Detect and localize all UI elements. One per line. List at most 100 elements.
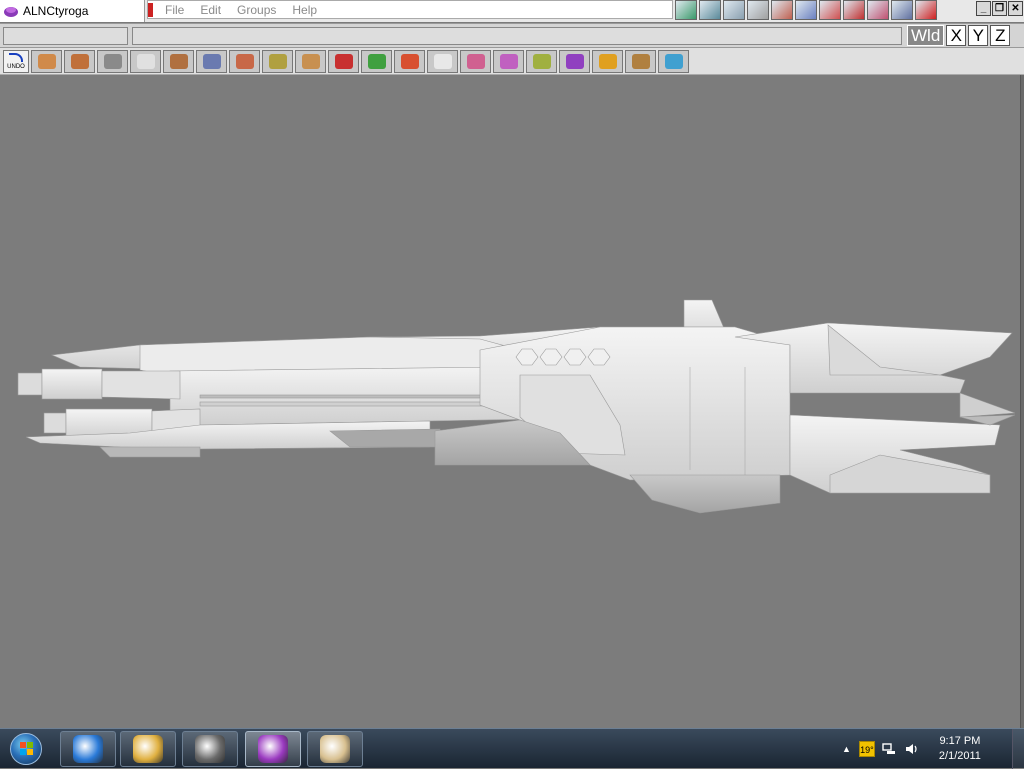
tool-glyph: [302, 54, 320, 69]
cube-icon[interactable]: [229, 50, 260, 73]
start-button[interactable]: [4, 730, 48, 768]
status-field-main: [132, 27, 902, 45]
tool-glyph: [38, 54, 56, 69]
help-icon[interactable]: [915, 0, 937, 20]
taskbar-button-modeler-app[interactable]: [245, 731, 301, 767]
world-coords-button[interactable]: Wld: [907, 25, 945, 46]
axis-mesh-icon[interactable]: [699, 0, 721, 20]
tool-glyph: [170, 54, 188, 69]
z-axis-button[interactable]: Z: [990, 25, 1011, 46]
tool-glyph: [236, 54, 254, 69]
curve-icon[interactable]: [427, 50, 458, 73]
paint-icon: [320, 735, 350, 763]
sphere-icon[interactable]: [295, 50, 326, 73]
tool-glyph: [665, 54, 683, 69]
extrude-icon[interactable]: [262, 50, 293, 73]
sun-icon[interactable]: [592, 50, 623, 73]
taskbar-button-paint[interactable]: [307, 731, 363, 767]
taskbar-button-calculator[interactable]: [182, 731, 238, 767]
texture-icon[interactable]: [526, 50, 557, 73]
box-icon[interactable]: [64, 50, 95, 73]
pattern-icon[interactable]: [795, 0, 817, 20]
tool-glyph: [566, 54, 584, 69]
undo-arrow-icon: [9, 53, 23, 62]
color-grid-icon[interactable]: [819, 0, 841, 20]
cross-icon[interactable]: [771, 0, 793, 20]
axes-icon[interactable]: [559, 50, 590, 73]
app-title-tab[interactable]: ALNCtyroga: [0, 0, 145, 22]
keel-panel: [629, 474, 781, 514]
x-axis-button[interactable]: X: [946, 25, 967, 46]
taskbar: ▲ 19° 9:17 PM 2/1/2011: [0, 728, 1024, 769]
menu-groups[interactable]: Groups: [237, 3, 276, 17]
restore-button[interactable]: ❐: [992, 1, 1007, 16]
y-axis-button[interactable]: Y: [968, 25, 989, 46]
weather-icon[interactable]: 19°: [858, 741, 875, 757]
material-icon[interactable]: [625, 50, 656, 73]
show-hidden-icons-icon[interactable]: ▲: [842, 744, 851, 754]
tool-glyph: [368, 54, 386, 69]
house-icon[interactable]: [843, 0, 865, 20]
move-icon[interactable]: [163, 50, 194, 73]
undo-icon[interactable]: UNDO: [3, 50, 29, 73]
light-icon[interactable]: [394, 50, 425, 73]
upper-engine-tip: [17, 372, 43, 396]
tool-glyph: [401, 54, 419, 69]
taskbar-button-explorer[interactable]: [120, 731, 176, 767]
tool-glyph: [434, 54, 452, 69]
status-row: Wld X Y Z: [0, 23, 1024, 48]
clock[interactable]: 9:17 PM 2/1/2011: [928, 734, 992, 764]
tool-glyph: [467, 54, 485, 69]
menu-help[interactable]: Help: [292, 3, 317, 17]
knife-icon[interactable]: [460, 50, 491, 73]
rear-spike: [959, 392, 1016, 418]
viewport-scrollbar[interactable]: [1020, 75, 1024, 728]
monitor-icon[interactable]: [867, 0, 889, 20]
3d-viewport[interactable]: [0, 75, 1022, 728]
paint-icon[interactable]: [31, 50, 62, 73]
volume-icon[interactable]: [905, 742, 919, 756]
scale-icon[interactable]: [196, 50, 227, 73]
menu-file[interactable]: File: [165, 3, 184, 17]
clock-date: 2/1/2011: [938, 750, 981, 762]
wire-mesh-icon[interactable]: [723, 0, 745, 20]
taskbar-button-internet-explorer[interactable]: [60, 731, 116, 767]
window-controls: _ ❐ ✕: [975, 1, 1023, 16]
brush-icon[interactable]: [493, 50, 524, 73]
tool-glyph: [71, 54, 89, 69]
menu-edit[interactable]: Edit: [200, 3, 221, 17]
grid-icon[interactable]: [747, 0, 769, 20]
lower-engine-tip: [43, 412, 67, 434]
tool-bar: UNDO: [0, 48, 1024, 75]
system-tray: ▲ 19° 9:17 PM 2/1/2011: [842, 729, 992, 769]
tool-glyph: [269, 54, 287, 69]
tool-glyph: [533, 54, 551, 69]
window-title: ALNCtyroga: [23, 4, 89, 18]
bend-icon[interactable]: [361, 50, 392, 73]
menu-bar: File Edit Groups Help: [147, 0, 673, 19]
menu-edge-marker: [148, 2, 153, 17]
show-desktop-button[interactable]: [1012, 729, 1024, 769]
lower-shadow: [99, 446, 201, 458]
windows-flag-icon: [20, 742, 34, 756]
minimize-button[interactable]: _: [976, 1, 991, 16]
tool-glyph: [632, 54, 650, 69]
conduit-shadow: [199, 394, 501, 399]
upper-engine-body: [101, 370, 181, 400]
model-canvas: [17, 299, 1016, 514]
title-bar: ALNCtyroga File Edit Groups Help _ ❐ ✕: [0, 0, 1024, 22]
select-arrow-icon[interactable]: [130, 50, 161, 73]
render-3d-icon[interactable]: [658, 50, 689, 73]
lower-dark-panel: [329, 428, 441, 448]
coordinate-switcher: Wld X Y Z: [905, 25, 1011, 46]
flag-icon[interactable]: [891, 0, 913, 20]
tool-glyph: [599, 54, 617, 69]
camera-icon[interactable]: [97, 50, 128, 73]
green-mesh-icon[interactable]: [675, 0, 697, 20]
conduit: [199, 401, 501, 407]
close-button[interactable]: ✕: [1008, 1, 1023, 16]
color-sphere-icon[interactable]: [328, 50, 359, 73]
tool-glyph: [203, 54, 221, 69]
explorer-icon: [133, 735, 163, 763]
network-icon[interactable]: [882, 742, 896, 756]
